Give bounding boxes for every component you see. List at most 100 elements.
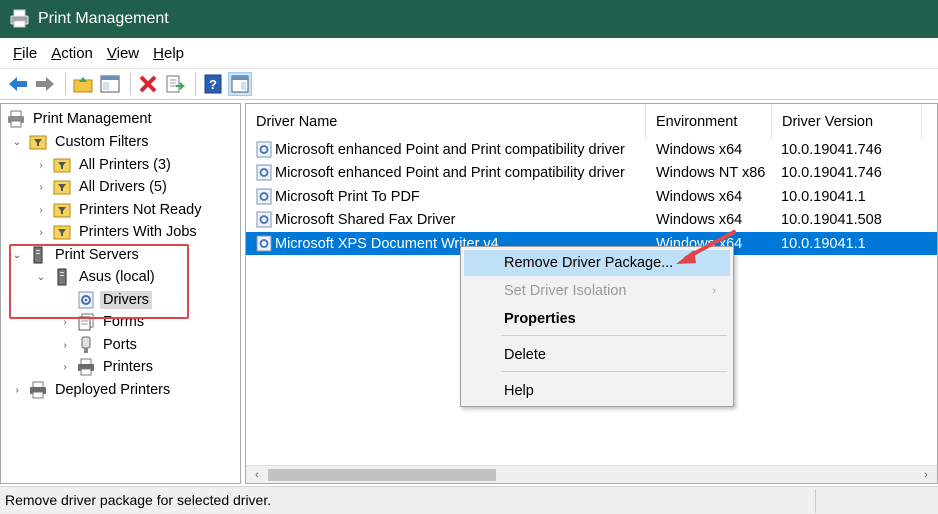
- show-hide-tree-button[interactable]: [98, 72, 122, 96]
- scroll-right-icon[interactable]: ›: [918, 467, 934, 483]
- toolbar-separator: [130, 73, 131, 95]
- chevron-right-icon[interactable]: ›: [59, 340, 71, 351]
- horizontal-scrollbar[interactable]: ‹ ›: [246, 465, 937, 483]
- tree-item-printers[interactable]: › Printers: [59, 356, 156, 378]
- driver-icon: [256, 211, 272, 228]
- menu-view-label: iew: [116, 44, 140, 62]
- table-row[interactable]: Microsoft Print To PDF Windows x64 10.0.…: [246, 185, 937, 208]
- menu-item-label: Remove Driver Package...: [504, 255, 674, 271]
- toolbar: ?: [0, 68, 938, 100]
- filter-folder-icon: [53, 223, 71, 241]
- tree-item-label: Deployed Printers: [55, 382, 171, 398]
- menu-file-label: ile: [22, 44, 38, 62]
- tree-item-label: Print Management: [33, 111, 152, 127]
- scroll-left-icon[interactable]: ‹: [249, 467, 265, 483]
- tree-item-label: Printers: [103, 359, 153, 375]
- tree-item-ports[interactable]: › Ports: [59, 334, 140, 356]
- table-row[interactable]: Microsoft Shared Fax Driver Windows x64 …: [246, 208, 937, 231]
- window-title: Print Management: [38, 10, 169, 27]
- printer-icon: [29, 381, 47, 399]
- show-hide-tree-icon: [100, 75, 120, 93]
- tree-item-printers-not-ready[interactable]: › Printers Not Ready: [35, 199, 205, 221]
- cell-driver-name: Microsoft enhanced Point and Print compa…: [275, 141, 625, 158]
- up-folder-icon: [73, 77, 93, 93]
- cell-driver-version: 10.0.19041.746: [781, 164, 882, 181]
- menu-view-access-key: V: [106, 44, 117, 62]
- filter-folder-icon: [53, 201, 71, 219]
- status-bar: Remove driver package for selected drive…: [0, 486, 938, 514]
- menu-item-properties[interactable]: Properties: [464, 306, 730, 332]
- driver-icon: [256, 188, 272, 205]
- help-icon: ?: [204, 74, 222, 94]
- cell-driver-version: 10.0.19041.1: [781, 235, 866, 252]
- toolbar-separator: [195, 73, 196, 95]
- tree-item-label: Ports: [103, 337, 137, 353]
- filter-folder-icon: [29, 133, 47, 151]
- chevron-right-icon[interactable]: ›: [59, 362, 71, 373]
- column-header-driver-version[interactable]: Driver Version: [772, 104, 922, 140]
- filter-folder-icon: [53, 156, 71, 174]
- print-management-icon: [7, 110, 25, 128]
- annotation-arrow-icon: [676, 230, 736, 264]
- delete-icon: [139, 75, 157, 93]
- cell-environment: Windows x64: [656, 188, 743, 205]
- menu-help-label: elp: [163, 44, 185, 62]
- tree-item-custom-filters[interactable]: ⌄ Custom Filters: [11, 131, 151, 153]
- menu-item-label: Help: [504, 383, 534, 399]
- up-one-level-button[interactable]: [71, 72, 95, 96]
- table-row[interactable]: Microsoft enhanced Point and Print compa…: [246, 138, 937, 161]
- navigation-tree[interactable]: Print Management ⌄ Custom Filters › All …: [0, 103, 241, 484]
- menu-separator: [501, 371, 727, 372]
- tree-item-label: Custom Filters: [55, 134, 149, 150]
- column-header-driver-name[interactable]: Driver Name: [246, 104, 646, 140]
- chevron-right-icon[interactable]: ›: [35, 160, 47, 171]
- status-text: Remove driver package for selected drive…: [5, 492, 272, 508]
- driver-icon: [256, 235, 272, 252]
- tree-item-label: Printers With Jobs: [79, 224, 197, 240]
- title-bar: Print Management: [0, 0, 938, 38]
- cell-driver-version: 10.0.19041.1: [781, 188, 866, 205]
- tree-item-printers-with-jobs[interactable]: › Printers With Jobs: [35, 221, 200, 243]
- menu-item-delete[interactable]: Delete: [464, 342, 730, 368]
- menu-view[interactable]: View: [100, 45, 146, 62]
- print-management-app-icon: [10, 9, 30, 29]
- export-list-button[interactable]: [163, 72, 187, 96]
- tree-item-deployed-printers[interactable]: › Deployed Printers: [11, 379, 173, 401]
- tree-item-all-drivers[interactable]: › All Drivers (5): [35, 176, 170, 198]
- context-menu: Remove Driver Package... Set Driver Isol…: [460, 246, 734, 407]
- back-arrow-icon: [9, 77, 27, 91]
- chevron-right-icon[interactable]: ›: [35, 227, 47, 238]
- toolbar-separator: [65, 73, 66, 95]
- menu-item-label: Properties: [504, 311, 576, 327]
- export-list-icon: [166, 75, 185, 93]
- chevron-right-icon[interactable]: ›: [35, 205, 47, 216]
- column-header-environment[interactable]: Environment: [646, 104, 772, 140]
- back-button[interactable]: [6, 72, 30, 96]
- submenu-arrow-icon: ›: [712, 285, 716, 297]
- chevron-down-icon[interactable]: ⌄: [11, 137, 23, 148]
- show-action-pane-button[interactable]: [228, 72, 252, 96]
- scrollbar-thumb[interactable]: [268, 469, 496, 481]
- forward-arrow-icon: [36, 77, 54, 91]
- delete-button[interactable]: [136, 72, 160, 96]
- table-row[interactable]: Microsoft enhanced Point and Print compa…: [246, 161, 937, 184]
- cell-driver-name: Microsoft Print To PDF: [275, 188, 420, 205]
- annotation-highlight-box: [9, 244, 189, 319]
- tree-item-print-management[interactable]: Print Management: [7, 108, 154, 130]
- menu-help-access-key: H: [153, 44, 164, 62]
- menu-action[interactable]: Action: [44, 45, 100, 62]
- chevron-right-icon[interactable]: ›: [11, 385, 23, 396]
- driver-icon: [256, 164, 272, 181]
- menu-item-help[interactable]: Help: [464, 378, 730, 404]
- cell-driver-name: Microsoft enhanced Point and Print compa…: [275, 164, 625, 181]
- cell-driver-version: 10.0.19041.746: [781, 141, 882, 158]
- tree-item-all-printers[interactable]: › All Printers (3): [35, 154, 174, 176]
- tree-item-label: Printers Not Ready: [79, 202, 202, 218]
- driver-icon: [256, 141, 272, 158]
- menu-file[interactable]: File: [6, 45, 44, 62]
- forward-button[interactable]: [33, 72, 57, 96]
- chevron-right-icon[interactable]: ›: [35, 182, 47, 193]
- tree-item-label: All Printers (3): [79, 157, 171, 173]
- help-button[interactable]: ?: [201, 72, 225, 96]
- menu-help[interactable]: Help: [146, 45, 191, 62]
